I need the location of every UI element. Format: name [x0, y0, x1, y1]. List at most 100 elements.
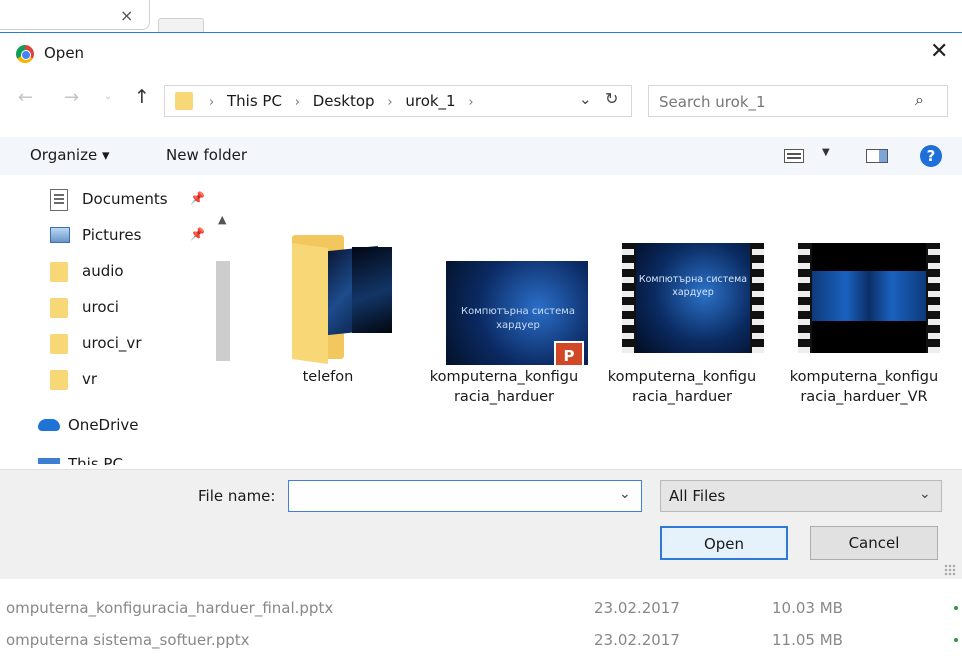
screen: × Open ✕ ← → ⌄ ↑ › This PC › Desktop › u… [0, 0, 962, 656]
dialog-title: Open [44, 44, 85, 62]
file-list: telefon Компютърна система хардуер P kom… [236, 177, 962, 501]
view-dropdown-icon[interactable]: ▼ [822, 147, 830, 158]
sidebar-item-label: uroci_vr [82, 334, 142, 352]
video-frame-content [812, 271, 926, 321]
navigation-pane: Documents 📌 Pictures 📌 audio uroci uroci… [0, 177, 236, 501]
folder-front [292, 243, 328, 365]
help-icon[interactable]: ? [920, 145, 942, 167]
folder-icon [50, 298, 68, 318]
folder-icon [50, 262, 68, 282]
video-thumbnail [798, 243, 940, 353]
pin-icon: 📌 [190, 227, 205, 241]
breadcrumb: › This PC › Desktop › urok_1 › [201, 92, 482, 110]
file-item-video[interactable]: Компютърна система хардуер komputerna_ko… [594, 177, 770, 427]
chevron-down-icon[interactable]: ⌄ [919, 486, 931, 502]
breadcrumb-urok-1[interactable]: urok_1 [405, 92, 455, 110]
chevron-down-icon[interactable]: ⌄ [579, 90, 592, 108]
preview-pane-icon[interactable] [866, 149, 888, 163]
file-type-select[interactable]: All Files ⌄ [660, 480, 942, 512]
sidebar-item-vr[interactable]: vr [50, 365, 236, 395]
sidebar-item-uroci-vr[interactable]: uroci_vr [50, 329, 236, 359]
documents-icon [50, 189, 68, 211]
organize-button[interactable]: Organize ▾ [30, 146, 110, 164]
open-dialog: Open ✕ ← → ⌄ ↑ › This PC › Desktop › uro… [0, 32, 962, 579]
sidebar-item-label: audio [82, 262, 124, 280]
file-item-video-vr[interactable]: komputerna_konfiguracia_harduer_VR [776, 177, 952, 427]
file-item-pptx[interactable]: Компютърна система хардуер P komputerna_… [416, 177, 592, 427]
breadcrumb-this-pc[interactable]: This PC [227, 92, 282, 110]
forward-arrow-icon[interactable]: → [64, 87, 79, 108]
sidebar-item-label: Pictures [82, 226, 142, 244]
breadcrumb-separator[interactable]: › [387, 95, 392, 110]
cancel-button[interactable]: Cancel [810, 526, 938, 560]
resize-grip[interactable] [944, 564, 956, 576]
sidebar-item-uroci[interactable]: uroci [50, 293, 236, 323]
back-arrow-icon[interactable]: ← [18, 87, 33, 108]
file-name: komputerna_konfiguracia_harduer_VR [776, 367, 952, 407]
download-size: 11.05 MB [772, 631, 843, 649]
video-thumbnail: Компютърна система хардуер [622, 243, 764, 353]
film-strip [752, 243, 764, 353]
sidebar-item-onedrive[interactable]: OneDrive [38, 411, 224, 441]
folder-icon [50, 334, 68, 354]
file-name-text: komputerna_konfiguracia_harduer [607, 369, 757, 405]
breadcrumb-separator[interactable]: › [295, 95, 300, 110]
up-arrow-icon[interactable]: ↑ [134, 86, 150, 108]
file-name-field[interactable]: ⌄ [288, 480, 642, 512]
browser-tabstrip: × [0, 0, 962, 32]
pictures-icon [50, 227, 70, 243]
dialog-footer: File name: ⌄ All Files ⌄ Open Cancel [0, 469, 962, 579]
tab-close-icon[interactable]: × [120, 6, 133, 25]
download-name[interactable]: omputerna sistema_softuer.pptx [6, 631, 250, 649]
list-item[interactable]: omputerna sistema_softuer.pptx 23.02.201… [0, 626, 962, 656]
sidebar-item-label: uroci [82, 298, 119, 316]
sidebar-item-audio[interactable]: audio [50, 257, 236, 287]
folder-icon [50, 370, 68, 390]
film-strip [622, 243, 634, 353]
view-icon[interactable] [784, 149, 804, 163]
thumbnail-text: Компютърна система хардуер [638, 274, 748, 298]
search-input[interactable]: Search urok_1 ⌕ [648, 85, 948, 117]
file-name-text: komputerna_konfiguracia_harduer_VR [789, 369, 939, 405]
file-type-value: All Files [669, 487, 726, 505]
close-icon[interactable]: ✕ [930, 39, 948, 64]
new-folder-button[interactable]: New folder [166, 146, 247, 164]
address-bar[interactable]: › This PC › Desktop › urok_1 › ⌄ ↻ [164, 85, 632, 117]
open-button[interactable]: Open [660, 526, 788, 560]
scroll-up-icon[interactable]: ▲ [218, 213, 226, 226]
download-date: 23.02.2017 [594, 599, 680, 617]
download-size: 10.03 MB [772, 599, 843, 617]
file-name: komputerna_konfiguracia_harduer [416, 367, 592, 407]
refresh-icon[interactable]: ↻ [605, 89, 618, 108]
new-tab-button[interactable] [158, 18, 204, 32]
folder-preview [352, 247, 392, 333]
sidebar-item-pictures[interactable]: Pictures 📌 [50, 221, 236, 251]
file-name-text: komputerna_konfiguracia_harduer [429, 369, 579, 405]
file-name: komputerna_konfiguracia_harduer [594, 367, 770, 407]
status-dot [954, 606, 958, 610]
download-name[interactable]: omputerna_konfiguracia_harduer_final.ppt… [6, 599, 333, 617]
navigation-scrollbar[interactable]: ▲ ▼ [214, 209, 232, 499]
file-name-label: File name: [198, 487, 276, 505]
chrome-icon [16, 45, 34, 63]
powerpoint-icon: P [554, 341, 584, 367]
chevron-down-icon[interactable]: ⌄ [619, 486, 631, 502]
scrollbar-thumb[interactable] [216, 261, 230, 361]
file-name: telefon [302, 369, 354, 385]
search-icon[interactable]: ⌕ [915, 90, 924, 110]
sidebar-item-label: vr [82, 370, 98, 388]
list-item[interactable]: omputerna_konfiguracia_harduer_final.ppt… [0, 594, 962, 624]
recent-locations-icon[interactable]: ⌄ [104, 91, 112, 102]
sidebar-item-label: This PC [68, 455, 123, 465]
breadcrumb-separator[interactable]: › [468, 95, 473, 110]
file-item-telefon[interactable]: telefon [240, 177, 416, 427]
film-strip [798, 243, 810, 353]
breadcrumb-desktop[interactable]: Desktop [313, 92, 375, 110]
address-row: ← → ⌄ ↑ › This PC › Desktop › urok_1 › ⌄… [0, 81, 962, 121]
sidebar-item-documents[interactable]: Documents 📌 [50, 185, 236, 215]
search-placeholder: Search urok_1 [659, 93, 766, 111]
onedrive-icon [38, 419, 60, 431]
browser-tab[interactable]: × [0, 0, 150, 30]
sidebar-item-this-pc[interactable]: This PC [38, 449, 224, 465]
command-toolbar: Organize ▾ New folder ▼ ? [0, 137, 962, 175]
